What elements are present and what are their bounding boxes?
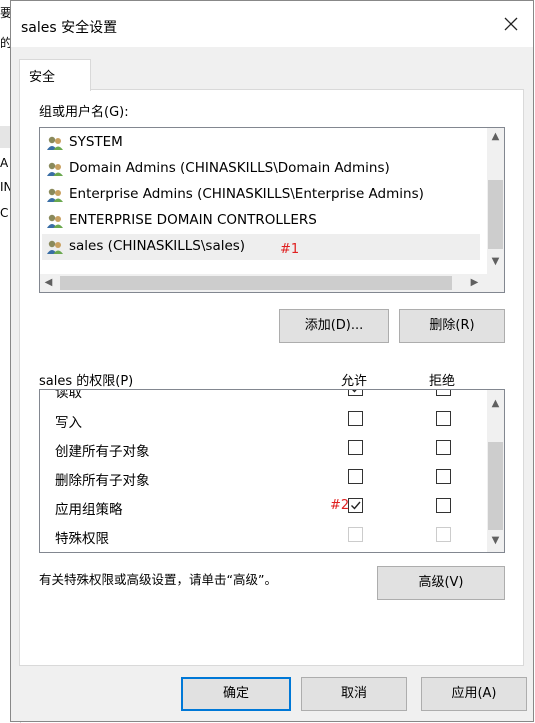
list-item[interactable]: Enterprise Admins (CHINASKILLS\Enterpris… — [42, 182, 480, 208]
deny-checkbox[interactable] — [436, 498, 451, 513]
users-icon — [47, 136, 63, 150]
permission-name: 读取 — [55, 389, 82, 401]
allow-checkbox[interactable] — [348, 440, 363, 455]
permission-row-write: 写入 — [40, 406, 486, 434]
advanced-button[interactable]: 高级(V) — [377, 566, 505, 600]
users-icon — [47, 162, 63, 176]
allow-checkbox[interactable] — [348, 411, 363, 426]
permission-name: 特殊权限 — [55, 531, 109, 547]
advanced-hint: 有关特殊权限或高级设置，请单击“高级”。 — [39, 572, 277, 587]
users-icon — [47, 188, 63, 202]
check-icon — [352, 390, 357, 393]
list-item-label: ENTERPRISE DOMAIN CONTROLLERS — [69, 212, 317, 228]
list-item[interactable]: Domain Admins (CHINASKILLS\Domain Admins… — [42, 156, 480, 182]
deny-checkbox[interactable] — [436, 411, 451, 426]
allow-column-header: 允许 — [341, 374, 368, 389]
groups-horizontal-scrollbar[interactable]: ◀ ▶ — [40, 274, 487, 292]
permissions-label: sales 的权限(P) — [39, 374, 134, 389]
users-icon — [47, 240, 63, 254]
check-icon — [351, 501, 361, 510]
scroll-corner — [487, 274, 504, 292]
title-bar: sales 安全设置 — [11, 1, 533, 47]
list-item-label: SYSTEM — [69, 134, 123, 150]
permission-row-create: 创建所有子对象 — [40, 435, 486, 463]
permission-row-special: 特殊权限 — [40, 522, 486, 550]
scroll-thumb[interactable] — [60, 276, 452, 290]
scroll-left-icon[interactable]: ◀ — [40, 277, 57, 288]
scroll-down-icon[interactable]: ▼ — [487, 535, 504, 546]
list-item[interactable]: SYSTEM — [42, 130, 480, 156]
scroll-up-icon[interactable]: ▲ — [487, 398, 504, 409]
scroll-thumb[interactable] — [488, 442, 503, 530]
deny-checkbox[interactable] — [436, 390, 451, 396]
list-item[interactable]: ENTERPRISE DOMAIN CONTROLLERS — [42, 208, 480, 234]
deny-column-header: 拒绝 — [429, 374, 456, 389]
permissions-scrollbar[interactable]: ▲ ▼ — [487, 390, 504, 552]
add-button[interactable]: 添加(D)... — [279, 309, 389, 343]
apply-button[interactable]: 应用(A) — [421, 677, 527, 711]
groups-listbox[interactable]: SYSTEM Domain Admins (CHINASKILLS\Domain… — [39, 127, 505, 293]
scroll-down-icon[interactable]: ▼ — [487, 256, 504, 267]
deny-checkbox — [436, 527, 451, 542]
permission-name: 创建所有子对象 — [55, 444, 150, 460]
deny-checkbox[interactable] — [436, 440, 451, 455]
permission-row-read: 读取 — [40, 389, 486, 404]
list-item-selected[interactable]: sales (CHINASKILLS\sales) #1 — [42, 234, 480, 260]
scroll-thumb[interactable] — [488, 180, 503, 249]
groups-label: 组或用户名(G): — [39, 105, 129, 120]
permissions-list[interactable]: 读取 写入 创建所有子对象 删除所有子对象 应用组策略 #2 特殊权限 ▲ ▼ — [39, 389, 505, 553]
ok-button[interactable]: 确定 — [181, 677, 291, 711]
permission-name: 应用组策略 — [55, 502, 123, 518]
close-icon[interactable] — [499, 12, 523, 36]
permission-row-delete: 删除所有子对象 — [40, 464, 486, 492]
permission-row-apply-gpo: 应用组策略 #2 — [40, 493, 486, 521]
allow-checkbox[interactable] — [348, 498, 363, 513]
list-item-label: Enterprise Admins (CHINASKILLS\Enterpris… — [69, 186, 424, 202]
cancel-button[interactable]: 取消 — [301, 677, 407, 711]
tab-security-label: 安全 — [29, 70, 56, 85]
users-icon — [47, 214, 63, 228]
tab-security[interactable]: 安全 — [19, 59, 91, 91]
groups-vertical-scrollbar[interactable]: ▲ ▼ — [487, 128, 504, 274]
list-item-label: Domain Admins (CHINASKILLS\Domain Admins… — [69, 160, 390, 176]
dialog-title: sales 安全设置 — [21, 20, 118, 36]
deny-checkbox[interactable] — [436, 469, 451, 484]
scroll-up-icon[interactable]: ▲ — [487, 131, 504, 142]
allow-checkbox[interactable] — [348, 390, 363, 396]
allow-checkbox[interactable] — [348, 469, 363, 484]
permission-name: 删除所有子对象 — [55, 473, 150, 489]
remove-button[interactable]: 删除(R) — [399, 309, 505, 343]
list-item-label: sales (CHINASKILLS\sales) — [69, 238, 246, 254]
permission-name: 写入 — [55, 415, 82, 431]
scroll-right-icon[interactable]: ▶ — [466, 277, 483, 288]
security-dialog: sales 安全设置 安全 组或用户名(G): SYSTEM Domain Ad… — [10, 0, 534, 722]
annotation-1: #1 — [280, 242, 300, 257]
allow-checkbox — [348, 527, 363, 542]
annotation-2: #2 — [330, 498, 350, 513]
